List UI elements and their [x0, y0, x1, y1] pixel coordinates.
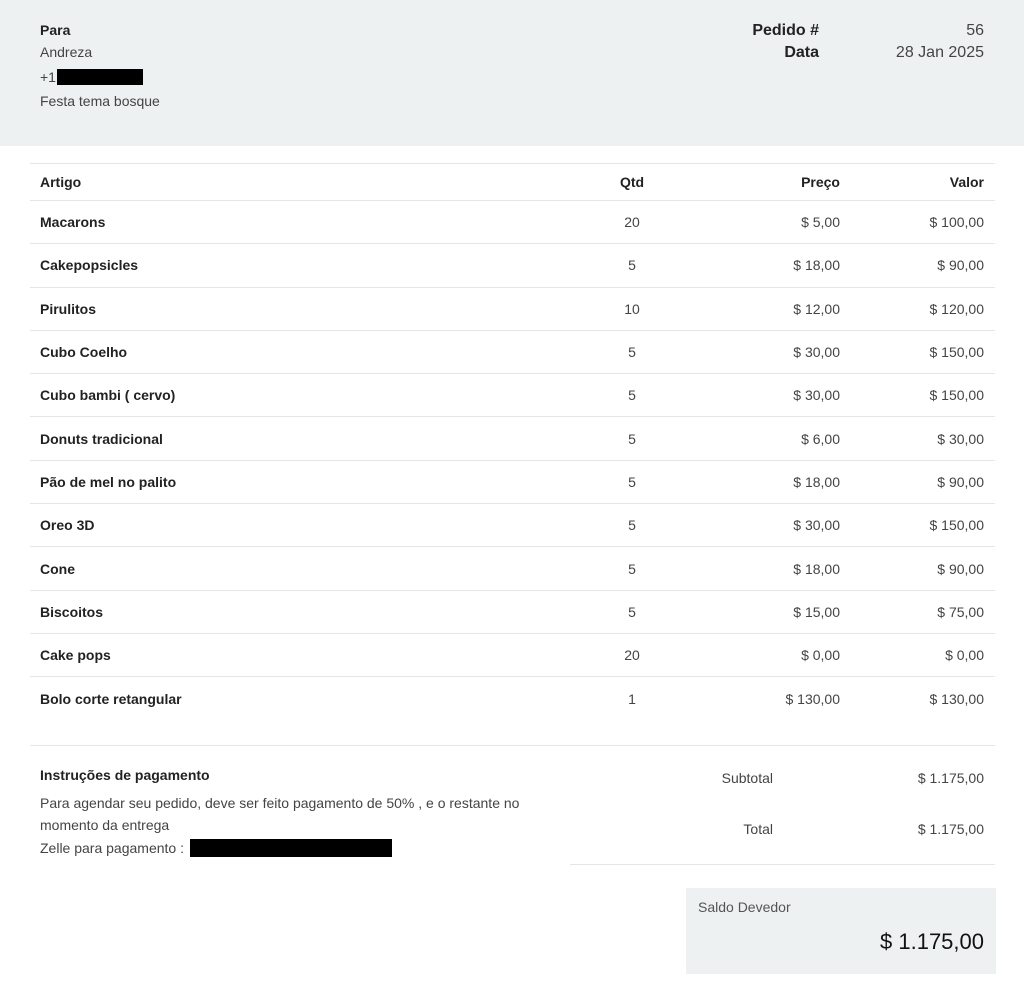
zelle-payment-line: Zelle para pagamento : [40, 839, 392, 857]
item-qty: 5 [628, 430, 636, 447]
item-price: $ 18,00 [793, 473, 840, 490]
column-header-qty: Qtd [619, 174, 645, 190]
item-value: $ 90,00 [937, 560, 984, 577]
item-price: $ 30,00 [793, 517, 840, 534]
table-header-row: Artigo Qtd Preço Valor [30, 164, 995, 201]
balance-due-amount: $ 1.175,00 [880, 929, 984, 954]
payment-instructions-title: Instruções de pagamento [40, 767, 210, 783]
item-name: Cone [40, 560, 75, 577]
item-price: $ 6,00 [801, 430, 840, 447]
item-qty: 5 [628, 257, 636, 274]
order-number: 56 [966, 22, 984, 39]
balance-due-box: Saldo Devedor $ 1.175,00 [686, 888, 996, 974]
total-label: Total [743, 821, 773, 837]
item-name: Cakepopsicles [40, 257, 139, 274]
item-price: $ 18,00 [793, 257, 840, 274]
column-header-value: Valor [949, 174, 984, 190]
table-row: Pão de mel no palito 5 $ 18,00 $ 90,00 [30, 461, 995, 505]
zelle-label: Zelle para pagamento : [40, 840, 184, 856]
item-name: Pirulitos [40, 300, 97, 317]
subtotal-value: $ 1.175,00 [917, 770, 984, 786]
item-value: $ 0,00 [945, 647, 984, 664]
payment-instructions-text: Para agendar seu pedido, deve ser feito … [40, 795, 520, 833]
customer-phone: +1 [40, 69, 143, 85]
item-qty: 5 [628, 344, 636, 361]
order-date: 28 Jan 2025 [895, 44, 984, 61]
table-row: Pirulitos 10 $ 12,00 $ 120,00 [30, 288, 995, 331]
item-name: Pão de mel no palito [40, 473, 177, 490]
order-note: Festa tema bosque [40, 93, 160, 109]
item-name: Bolo corte retangular [40, 690, 182, 707]
item-price: $ 15,00 [793, 603, 840, 620]
item-value: $ 75,00 [937, 603, 984, 620]
section-divider [30, 745, 995, 746]
item-name: Cake pops [40, 647, 111, 664]
item-name: Biscoitos [40, 603, 104, 620]
recipient-label: Para [40, 22, 71, 38]
item-value: $ 30,00 [937, 430, 984, 447]
item-value: $ 100,00 [929, 214, 985, 231]
item-name: Macarons [40, 214, 106, 231]
item-name: Cubo bambi ( cervo) [40, 387, 176, 404]
item-value: $ 150,00 [929, 344, 985, 361]
item-name: Cubo Coelho [40, 344, 128, 361]
table-row: Cubo bambi ( cervo) 5 $ 30,00 $ 150,00 [30, 374, 995, 418]
item-value: $ 130,00 [929, 690, 985, 707]
item-qty: 1 [628, 690, 636, 707]
item-price: $ 130,00 [785, 690, 841, 707]
item-price: $ 5,00 [801, 214, 840, 231]
table-row: Bolo corte retangular 1 $ 130,00 $ 130,00 [30, 677, 995, 720]
table-row: Cubo Coelho 5 $ 30,00 $ 150,00 [30, 331, 995, 375]
phone-prefix: +1 [40, 69, 56, 85]
item-value: $ 90,00 [937, 473, 984, 490]
item-price: $ 0,00 [801, 647, 840, 664]
balance-due-label: Saldo Devedor [698, 899, 791, 915]
table-row: Donuts tradicional 5 $ 6,00 $ 30,00 [30, 417, 995, 461]
item-price: $ 12,00 [793, 300, 840, 317]
table-row: Cakepopsicles 5 $ 18,00 $ 90,00 [30, 244, 995, 288]
table-row: Cake pops 20 $ 0,00 $ 0,00 [30, 634, 995, 678]
table-row: Oreo 3D 5 $ 30,00 $ 150,00 [30, 504, 995, 548]
item-price: $ 30,00 [793, 387, 840, 404]
table-row: Cone 5 $ 18,00 $ 90,00 [30, 547, 995, 591]
redacted-phone-block [56, 69, 143, 85]
item-value: $ 150,00 [929, 517, 985, 534]
invoice-header: Para Andreza +1 Festa tema bosque Pedido… [0, 0, 1024, 146]
redacted-zelle-block [189, 839, 392, 857]
item-qty: 10 [624, 300, 640, 317]
item-qty: 20 [624, 647, 640, 664]
item-qty: 5 [628, 603, 636, 620]
item-value: $ 120,00 [929, 300, 985, 317]
item-qty: 5 [628, 387, 636, 404]
item-value: $ 90,00 [937, 257, 984, 274]
item-qty: 20 [624, 214, 640, 231]
item-qty: 5 [628, 517, 636, 534]
item-price: $ 30,00 [793, 344, 840, 361]
order-number-label: Pedido # [752, 22, 819, 39]
item-name: Oreo 3D [40, 517, 95, 534]
item-value: $ 150,00 [929, 387, 985, 404]
total-value: $ 1.175,00 [917, 821, 984, 837]
item-qty: 5 [628, 560, 636, 577]
column-header-item: Artigo [40, 174, 82, 190]
customer-name: Andreza [40, 44, 93, 60]
order-date-label: Data [784, 44, 819, 61]
summary-divider [570, 864, 995, 865]
item-name: Donuts tradicional [40, 430, 163, 447]
column-header-price: Preço [801, 174, 840, 190]
item-qty: 5 [628, 473, 636, 490]
table-row: Biscoitos 5 $ 15,00 $ 75,00 [30, 591, 995, 634]
table-row: Macarons 20 $ 5,00 $ 100,00 [30, 201, 995, 245]
items-table: Artigo Qtd Preço Valor Macarons 20 $ 5,00 $… [30, 163, 995, 721]
item-price: $ 18,00 [793, 560, 840, 577]
subtotal-label: Subtotal [721, 770, 773, 786]
